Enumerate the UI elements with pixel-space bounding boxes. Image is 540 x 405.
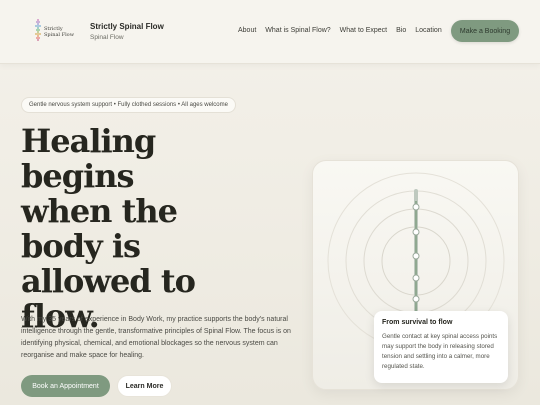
main-nav: About What is Spinal Flow? What to Expec… (238, 27, 451, 34)
site-header: Strictly Spinal Flow Strictly Spinal Flo… (0, 0, 540, 64)
vertebra-point (412, 295, 420, 303)
brand-logo-text-line2: Spinal Flow (44, 32, 75, 38)
brand-logo-icon[interactable]: Strictly Spinal Flow (31, 16, 75, 46)
vertebra-point (412, 252, 420, 260)
book-appointment-button[interactable]: Book an Appointment (21, 375, 110, 397)
features-pill: Gentle nervous system support • Fully cl… (21, 97, 236, 113)
brand-name[interactable]: Strictly Spinal Flow (90, 22, 164, 31)
info-card-title: From survival to flow (382, 319, 453, 326)
make-booking-button[interactable]: Make a Booking (451, 20, 519, 42)
hero-headline: Healing begins when the body is allowed … (21, 122, 196, 335)
nav-what-to-expect[interactable]: What to Expect (340, 27, 387, 34)
nav-what-is-spinal-flow[interactable]: What is Spinal Flow? (265, 27, 330, 34)
info-card-text: Gentle contact at key spinal access poin… (382, 333, 498, 370)
nav-location[interactable]: Location (415, 27, 441, 34)
brand-subtitle: Spinal Flow (90, 34, 124, 41)
learn-more-button[interactable]: Learn More (117, 375, 172, 397)
nav-about[interactable]: About (238, 27, 256, 34)
vertebra-point (412, 274, 420, 282)
nav-bio[interactable]: Bio (396, 27, 406, 34)
hero-intro: With my 35 years of experience in Body W… (21, 316, 291, 359)
vertebra-point (412, 228, 420, 236)
survival-to-flow-card: From survival to flow Gentle contact at … (374, 311, 508, 383)
vertebra-point (412, 203, 420, 211)
